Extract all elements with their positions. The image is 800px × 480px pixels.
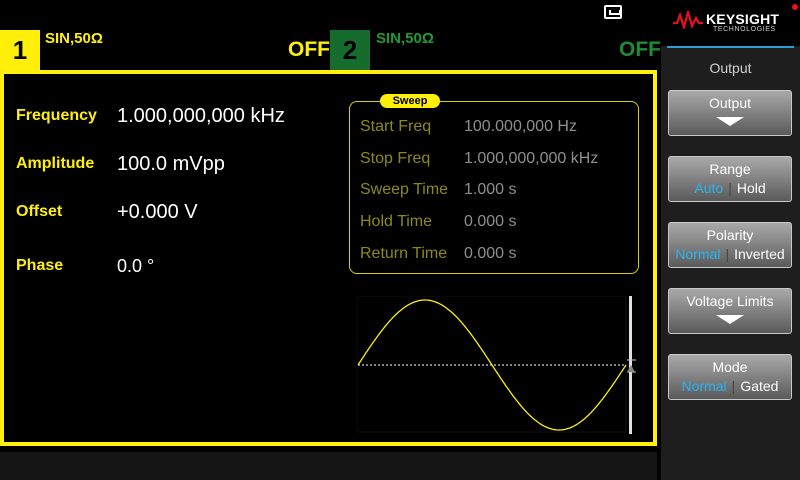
stop-freq-label: Stop Freq xyxy=(360,150,431,167)
mode-option-gated: Gated xyxy=(740,378,779,394)
offset-scale-bar xyxy=(629,296,632,434)
network-icon xyxy=(604,5,622,19)
phase-value[interactable]: 0.0 ° xyxy=(117,256,154,277)
channel-2-label: SIN,50Ω xyxy=(376,30,434,47)
return-time-label: Return Time xyxy=(360,245,448,262)
range-option-hold: Hold xyxy=(736,180,766,196)
return-time-value: 0.000 s xyxy=(464,245,517,262)
keysight-logo-icon xyxy=(673,11,703,29)
frequency-label[interactable]: Frequency xyxy=(16,107,97,125)
sweep-tag: Sweep xyxy=(380,94,440,108)
output-softkey[interactable]: Output xyxy=(668,90,792,136)
hold-time-value: 0.000 s xyxy=(464,213,517,230)
output-softkey-label: Output xyxy=(708,95,752,111)
range-softkey-label: Range xyxy=(709,161,751,177)
sweep-time-label: Sweep Time xyxy=(360,181,449,198)
phase-label[interactable]: Phase xyxy=(16,257,63,275)
sweep-time-value: 1.000 s xyxy=(464,181,517,198)
channel-1-label: SIN,50Ω xyxy=(45,30,103,47)
status-indicator-dot xyxy=(792,4,798,10)
frequency-value[interactable]: 1.000,000,000 kHz xyxy=(117,105,285,128)
down-arrow-icon xyxy=(716,117,744,126)
menu-title: Output xyxy=(709,60,752,76)
mode-option-normal: Normal xyxy=(681,378,727,394)
channel-2-state: OFF xyxy=(619,38,661,61)
keysight-logo-text: KEYSIGHT xyxy=(706,11,780,27)
range-softkey[interactable]: Range Auto | Hold xyxy=(668,156,792,202)
polarity-softkey-label: Polarity xyxy=(706,227,754,243)
amplitude-label[interactable]: Amplitude xyxy=(16,155,94,173)
mode-softkey[interactable]: Mode Normal | Gated xyxy=(668,354,792,400)
voltage-limits-softkey-label: Voltage Limits xyxy=(686,293,774,309)
start-freq-label: Start Freq xyxy=(360,118,432,135)
offset-value[interactable]: +0.000 V xyxy=(117,201,198,224)
start-freq-value: 100.000,000 Hz xyxy=(464,118,577,135)
polarity-softkey[interactable]: Polarity Normal | Inverted xyxy=(668,222,792,268)
channel-1-state: OFF xyxy=(288,38,330,61)
offset-label[interactable]: Offset xyxy=(16,203,62,221)
polarity-option-normal: Normal xyxy=(675,246,721,262)
keysight-logo-subtext: TECHNOLOGIES xyxy=(713,26,776,33)
stop-freq-value: 1.000,000,000 kHz xyxy=(464,150,599,167)
down-arrow-icon xyxy=(716,315,744,324)
polarity-option-inverted: Inverted xyxy=(734,246,785,262)
channel-1-tab[interactable]: 1 xyxy=(0,30,40,70)
mode-softkey-label: Mode xyxy=(712,359,748,375)
range-option-auto: Auto xyxy=(694,180,724,196)
waveform-display xyxy=(356,296,636,434)
hold-time-label: Hold Time xyxy=(360,213,433,230)
voltage-limits-softkey[interactable]: Voltage Limits xyxy=(668,288,792,334)
offset-marker-arrow xyxy=(627,365,635,372)
amplitude-value[interactable]: 100.0 mVpp xyxy=(117,153,225,176)
channel-2-tab[interactable]: 2 xyxy=(330,30,370,70)
menu-divider xyxy=(667,46,794,48)
status-bar xyxy=(0,452,657,480)
